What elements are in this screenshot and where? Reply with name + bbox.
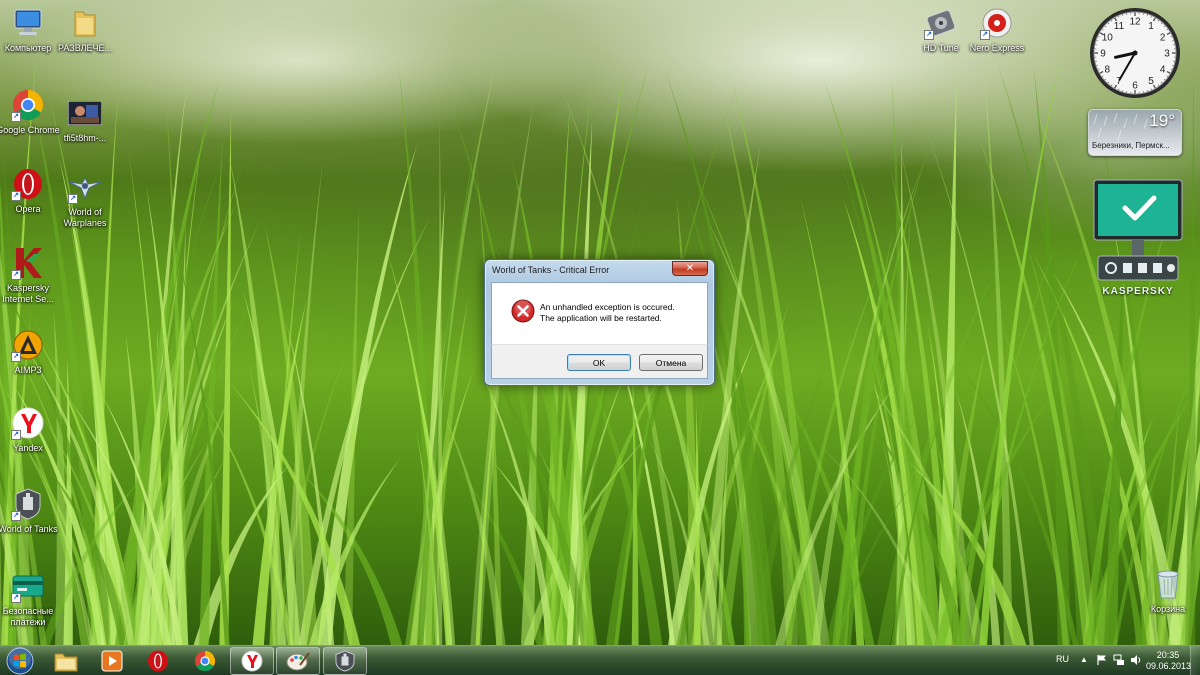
- close-icon: ✕: [685, 263, 695, 274]
- grass-blade: [398, 62, 437, 645]
- desktop-icon-label: Yandex: [13, 443, 43, 453]
- yandex-icon: [241, 650, 263, 672]
- desktop-icon-recycle-bin[interactable]: Корзина: [1133, 567, 1200, 615]
- reports-icon: [1138, 263, 1147, 273]
- grass-blade: [1185, 71, 1196, 645]
- taskbar: RU ▲ 20:35 09.06.2013: [0, 645, 1200, 675]
- desktop-icon-label: World of Tanks: [0, 524, 58, 534]
- volume-icon[interactable]: [1130, 654, 1142, 666]
- parental-icon: [1153, 263, 1162, 273]
- taskbar-chrome-button[interactable]: [183, 647, 227, 675]
- settings-icon: [1167, 264, 1175, 272]
- show-hidden-icons-button[interactable]: ▲: [1080, 655, 1088, 664]
- windows-logo-icon: [6, 647, 34, 675]
- desktop-icon-image-file[interactable]: tfi5t8hm-...: [50, 96, 120, 144]
- hd-tune-icon: ↗: [924, 6, 958, 40]
- desktop-icon-world-of-tanks[interactable]: ↗ World of Tanks: [0, 487, 63, 535]
- clock-number: 8: [1105, 65, 1111, 76]
- network-icon[interactable]: [1113, 654, 1125, 666]
- cancel-button[interactable]: Отмена: [639, 354, 703, 371]
- taskbar-explorer-button[interactable]: [44, 647, 88, 675]
- desktop-icon-nero-express[interactable]: ↗ Nero Express: [962, 6, 1032, 54]
- opera-icon: [148, 650, 168, 672]
- desktop-icon-world-of-warplanes[interactable]: ↗ World of Warplanes: [50, 170, 120, 229]
- desktop-icon-label: World of Warplanes: [63, 207, 107, 228]
- message-line: The application will be restarted.: [540, 313, 662, 323]
- dialog-title: World of Tanks - Critical Error: [492, 265, 610, 275]
- language-indicator[interactable]: RU: [1056, 654, 1069, 664]
- clock-number: 6: [1132, 81, 1138, 92]
- desktop-icon-kaspersky[interactable]: ↗ Kaspersky Internet Se...: [0, 246, 63, 305]
- clock-gadget[interactable]: 12 1 2 3 4 5 6 7 8 9 10 11: [1088, 6, 1182, 100]
- clock-face: 12 1234567891011: [1090, 8, 1180, 98]
- desktop-icon-aimp[interactable]: ↗ AIMP3: [0, 328, 63, 376]
- critical-error-dialog[interactable]: World of Tanks - Critical Error ✕ An unh…: [484, 259, 715, 386]
- weather-temperature: 19°: [1149, 111, 1175, 130]
- desktop-icon-label: tfi5t8hm-...: [63, 133, 107, 143]
- world-of-tanks-icon: [335, 650, 355, 672]
- weather-gadget[interactable]: 19° Березники, Пермск...: [1088, 109, 1182, 156]
- kaspersky-gadget[interactable]: KASPERSKY: [1092, 178, 1184, 304]
- world-of-tanks-icon: ↗: [11, 487, 45, 521]
- start-button[interactable]: [4, 647, 36, 675]
- taskbar-opera-button[interactable]: [136, 647, 180, 675]
- desktop-icon-yandex[interactable]: ↗ Yandex: [0, 406, 63, 454]
- taskbar-yandex-button[interactable]: [230, 647, 274, 675]
- clock-number: 2: [1160, 33, 1166, 44]
- tray-date: 09.06.2013: [1146, 661, 1192, 671]
- clock-number: 1: [1148, 21, 1154, 32]
- computer-icon: [11, 6, 45, 40]
- desktop-icon-label: РАЗВЛЕЧЕ...: [57, 43, 113, 53]
- weather-location: Березники, Пермск...: [1092, 141, 1170, 150]
- show-desktop-button[interactable]: [1190, 646, 1200, 675]
- action-center-flag-icon[interactable]: [1096, 654, 1108, 666]
- opera-icon: ↗: [11, 167, 45, 201]
- desktop-icon-folder[interactable]: РАЗВЛЕЧЕ...: [50, 6, 120, 54]
- taskbar-world-of-tanks-button[interactable]: [323, 647, 367, 675]
- clock-number: 10: [1102, 33, 1114, 44]
- desktop-icon-label: Nero Express: [969, 43, 1025, 53]
- dialog-body: An unhandled exception is occured. The a…: [491, 282, 708, 344]
- desktop-icon-label: Kaspersky Internet Se...: [2, 283, 54, 304]
- recycle-bin-icon: [1151, 567, 1185, 601]
- message-line: An unhandled exception is occured.: [540, 302, 675, 312]
- chrome-icon: ↗: [11, 88, 45, 122]
- image-thumbnail-icon: [68, 96, 102, 130]
- media-player-icon: [101, 650, 123, 672]
- aimp-icon: ↗: [11, 328, 45, 362]
- yandex-icon: ↗: [11, 406, 45, 440]
- nero-express-icon: ↗: [980, 6, 1014, 40]
- clock-number: 11: [1114, 21, 1125, 32]
- error-icon: [511, 299, 535, 323]
- kaspersky-icon: ↗: [11, 246, 45, 280]
- ok-button[interactable]: OK: [567, 354, 631, 371]
- grass-blade: [298, 216, 431, 645]
- desktop-icon-label: Безопасные платежи: [2, 606, 54, 627]
- clock-number: 4: [1160, 65, 1166, 76]
- kaspersky-logo: KASPERSKY: [1102, 286, 1174, 297]
- taskbar-media-player-button[interactable]: [90, 647, 134, 675]
- desktop-icon-safe-payments[interactable]: ↗ Безопасные платежи: [0, 569, 63, 628]
- desktop-icon-label: Корзина: [1150, 604, 1186, 614]
- clock-number: 12: [1129, 17, 1141, 28]
- system-tray: RU ▲ 20:35 09.06.2013: [1050, 646, 1200, 675]
- desktop-icon-label: AIMP3: [14, 365, 42, 375]
- dialog-button-bar: OK Отмена: [491, 344, 708, 379]
- chrome-icon: [195, 650, 216, 672]
- dialog-message: An unhandled exception is occured. The a…: [540, 302, 705, 324]
- clock-number: 9: [1100, 49, 1106, 60]
- taskbar-paint-button[interactable]: [276, 647, 320, 675]
- folder-icon: [68, 6, 102, 40]
- world-of-warplanes-icon: ↗: [68, 170, 102, 204]
- explorer-folder-icon: [54, 653, 78, 672]
- clock-number: 3: [1164, 49, 1170, 60]
- scan-icon: [1123, 263, 1132, 273]
- tray-clock[interactable]: 20:35 09.06.2013: [1146, 650, 1192, 672]
- safe-payments-icon: ↗: [11, 569, 45, 603]
- tray-time: 20:35: [1156, 650, 1180, 660]
- paint-icon: [286, 652, 310, 671]
- close-button[interactable]: ✕: [672, 261, 708, 276]
